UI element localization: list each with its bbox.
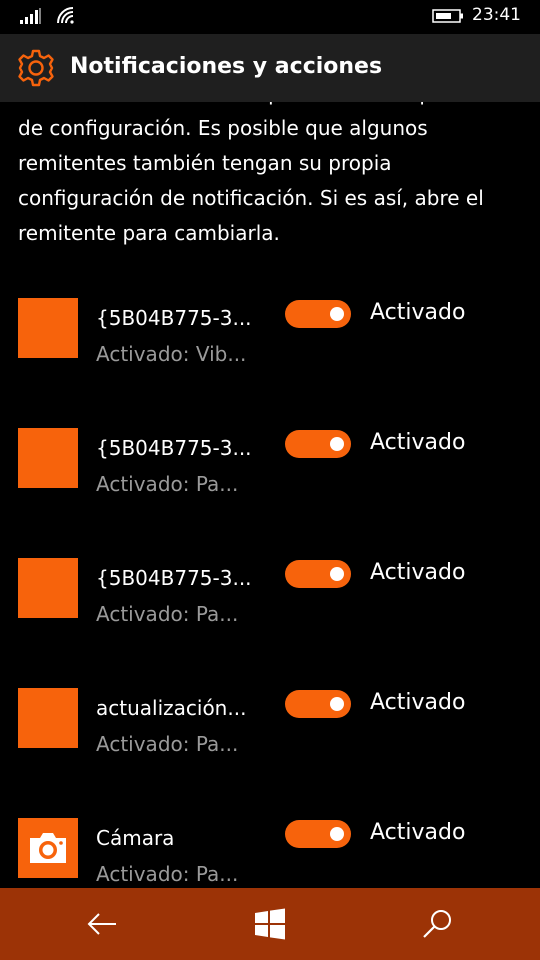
sender-app-icon [18,298,78,358]
notification-toggle[interactable] [285,430,351,458]
toggle-label: Activado [370,300,466,325]
wifi-icon [57,7,74,24]
sender-status: Activado: Pa... [96,472,239,496]
sender-status: Activado: Pa... [96,862,239,886]
gear-icon [18,49,54,87]
navigation-bar [0,888,540,960]
sender-name: {5B04B775-3... [96,306,252,330]
sender-status: Activado: Vib... [96,342,247,366]
toggle-label: Activado [370,690,466,715]
sender-name: {5B04B775-3... [96,436,252,460]
sender-list: {5B04B775-3... Activado: Vib... Activado… [0,298,540,888]
toggle-label: Activado [370,820,466,845]
toggle-knob [330,307,344,321]
phone-screen: 23:41 Notificaciones y acciones Seleccio… [0,0,540,960]
sender-item[interactable]: {5B04B775-3... Activado: Pa... Activado [0,428,540,558]
sender-item[interactable]: {5B04B775-3... Activado: Pa... Activado [0,558,540,688]
windows-logo-icon[interactable] [252,906,288,942]
toggle-knob [330,827,344,841]
signal-bars-icon [20,8,41,24]
sender-item[interactable]: {5B04B775-3... Activado: Vib... Activado [0,298,540,428]
toggle-knob [330,437,344,451]
sender-status: Activado: Pa... [96,732,239,756]
notification-toggle[interactable] [285,300,351,328]
sender-item[interactable]: Cámara Activado: Pa... Activado [0,818,540,888]
sender-status: Activado: Pa... [96,602,239,626]
notification-toggle[interactable] [285,690,351,718]
status-time: 23:41 [472,5,521,25]
sender-app-icon [18,688,78,748]
toggle-knob [330,567,344,581]
sender-name: {5B04B775-3... [96,566,252,590]
toggle-knob [330,697,344,711]
sender-app-icon [18,818,78,878]
status-bar: 23:41 [0,0,540,34]
sender-item[interactable]: actualización... Activado: Pa... Activad… [0,688,540,818]
toggle-label: Activado [370,560,466,585]
battery-icon [432,9,463,23]
sender-app-icon [18,428,78,488]
sender-name: Cámara [96,826,175,850]
notification-toggle[interactable] [285,560,351,588]
camera-icon [30,833,66,863]
settings-content[interactable]: Seleccione un remitente para ver más opc… [0,102,540,888]
page-title: Notificaciones y acciones [70,54,383,79]
sender-name: actualización... [96,696,247,720]
toggle-label: Activado [370,430,466,455]
page-header: Notificaciones y acciones [0,34,540,102]
search-icon[interactable] [420,906,456,942]
back-arrow-icon[interactable] [84,906,120,942]
notification-toggle[interactable] [285,820,351,848]
sender-app-icon [18,558,78,618]
description-text: Seleccione un remitente para ver más opc… [18,102,496,245]
